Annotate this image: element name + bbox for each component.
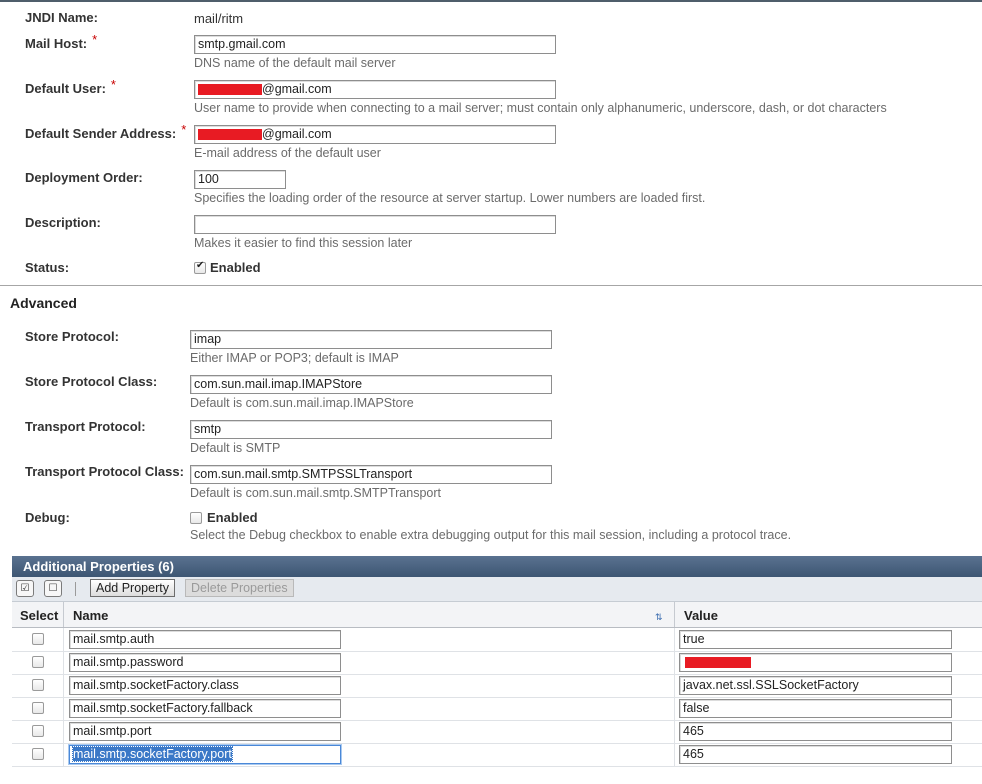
deselect-all-icon[interactable]: ☐ bbox=[44, 580, 62, 597]
description-label: Description: bbox=[25, 215, 101, 230]
status-enabled-label: Enabled bbox=[210, 260, 261, 275]
default-user-input[interactable]: @gmail.com bbox=[194, 80, 556, 99]
column-divider bbox=[63, 651, 64, 674]
property-name-input[interactable]: mail.smtp.port bbox=[69, 722, 341, 741]
redaction bbox=[685, 657, 751, 669]
property-value-input[interactable]: javax.net.ssl.SSLSocketFactory bbox=[679, 676, 952, 695]
column-divider bbox=[63, 697, 64, 720]
transport-protocol-class-label: Transport Protocol Class: bbox=[25, 464, 184, 479]
column-divider bbox=[63, 720, 64, 743]
transport-protocol-help: Default is SMTP bbox=[190, 441, 281, 455]
column-divider bbox=[674, 651, 675, 674]
deployment-order-input[interactable]: 100 bbox=[194, 170, 286, 189]
top-border bbox=[0, 0, 982, 2]
mail-host-help: DNS name of the default mail server bbox=[194, 56, 396, 70]
property-name-input[interactable]: mail.smtp.socketFactory.port bbox=[69, 745, 341, 764]
store-protocol-input[interactable]: imap bbox=[190, 330, 552, 349]
property-value-input[interactable]: 465 bbox=[679, 745, 952, 764]
store-protocol-class-help: Default is com.sun.mail.imap.IMAPStore bbox=[190, 396, 414, 410]
property-value-input[interactable]: true bbox=[679, 630, 952, 649]
redaction bbox=[198, 129, 262, 141]
column-divider bbox=[674, 674, 675, 697]
default-user-suffix: @gmail.com bbox=[262, 82, 332, 96]
required-marker: * bbox=[92, 32, 98, 47]
transport-protocol-label: Transport Protocol: bbox=[25, 419, 146, 434]
add-property-button[interactable]: Add Property bbox=[90, 579, 175, 597]
select-all-icon[interactable]: ☑ bbox=[16, 580, 34, 597]
table-row: mail.smtp.password bbox=[12, 651, 982, 675]
toolbar-separator bbox=[75, 582, 76, 596]
sender-address-label: Default Sender Address: * bbox=[25, 122, 187, 141]
column-divider bbox=[63, 674, 64, 697]
section-divider bbox=[0, 285, 982, 286]
transport-protocol-class-input[interactable]: com.sun.mail.smtp.SMTPSSLTransport bbox=[190, 465, 552, 484]
table-row: mail.smtp.auth true bbox=[12, 628, 982, 652]
property-value-input[interactable]: false bbox=[679, 699, 952, 718]
column-name[interactable]: Name bbox=[73, 608, 108, 623]
sort-icon[interactable]: ⇅ bbox=[655, 612, 663, 623]
debug-help: Select the Debug checkbox to enable extr… bbox=[190, 528, 792, 542]
row-select-checkbox[interactable] bbox=[32, 702, 44, 714]
sender-address-suffix: @gmail.com bbox=[262, 127, 332, 141]
sender-address-input[interactable]: @gmail.com bbox=[194, 125, 556, 144]
status-label: Status: bbox=[25, 260, 70, 275]
required-marker: * bbox=[181, 122, 187, 137]
table-row: mail.smtp.socketFactory.class javax.net.… bbox=[12, 674, 982, 698]
delete-properties-button[interactable]: Delete Properties bbox=[185, 579, 294, 597]
jndi-name-value: mail/ritm bbox=[194, 11, 244, 26]
property-name-input[interactable]: mail.smtp.socketFactory.fallback bbox=[69, 699, 341, 718]
table-row: mail.smtp.socketFactory.fallback false bbox=[12, 697, 982, 721]
column-divider bbox=[63, 602, 64, 627]
debug-label: Debug: bbox=[25, 510, 70, 525]
column-divider bbox=[674, 720, 675, 743]
property-name-input[interactable]: mail.smtp.auth bbox=[69, 630, 341, 649]
column-divider bbox=[674, 697, 675, 720]
additional-properties-title: Additional Properties (6) bbox=[23, 559, 174, 574]
deployment-order-help: Specifies the loading order of the resou… bbox=[194, 191, 706, 205]
description-input[interactable] bbox=[194, 215, 556, 234]
debug-enabled-checkbox[interactable] bbox=[190, 512, 202, 524]
status-enabled-checkbox[interactable] bbox=[194, 260, 206, 274]
mail-host-label: Mail Host: * bbox=[25, 32, 98, 51]
deployment-order-label: Deployment Order: bbox=[25, 170, 143, 185]
table-row: mail.smtp.socketFactory.port 465 bbox=[12, 743, 982, 767]
sender-address-help: E-mail address of the default user bbox=[194, 146, 381, 160]
row-select-checkbox[interactable] bbox=[32, 633, 44, 645]
selected-text: mail.smtp.socketFactory.port bbox=[72, 746, 233, 762]
store-protocol-help: Either IMAP or POP3; default is IMAP bbox=[190, 351, 399, 365]
row-select-checkbox[interactable] bbox=[32, 748, 44, 760]
column-value[interactable]: Value bbox=[684, 608, 718, 623]
debug-enabled-label: Enabled bbox=[207, 510, 258, 525]
description-help: Makes it easier to find this session lat… bbox=[194, 236, 413, 250]
property-name-input[interactable]: mail.smtp.password bbox=[69, 653, 341, 672]
required-marker: * bbox=[110, 77, 116, 92]
column-select[interactable]: Select bbox=[20, 608, 58, 623]
redaction bbox=[198, 84, 262, 96]
store-protocol-class-label: Store Protocol Class: bbox=[25, 374, 158, 389]
properties-toolbar: ☑ ☐ Add Property Delete Properties bbox=[12, 577, 982, 602]
column-divider bbox=[674, 743, 675, 766]
table-header: Select Name ⇅ Value bbox=[12, 602, 982, 628]
transport-protocol-class-help: Default is com.sun.mail.smtp.SMTPTranspo… bbox=[190, 486, 441, 500]
transport-protocol-input[interactable]: smtp bbox=[190, 420, 552, 439]
property-value-input[interactable]: 465 bbox=[679, 722, 952, 741]
row-select-checkbox[interactable] bbox=[32, 725, 44, 737]
store-protocol-label: Store Protocol: bbox=[25, 329, 119, 344]
table-row: mail.smtp.port 465 bbox=[12, 720, 982, 744]
column-divider bbox=[674, 628, 675, 651]
jndi-name-label: JNDI Name: bbox=[25, 10, 98, 25]
advanced-section-title: Advanced bbox=[10, 295, 77, 311]
property-value-input[interactable] bbox=[679, 653, 952, 672]
default-user-help: User name to provide when connecting to … bbox=[194, 101, 887, 115]
row-select-checkbox[interactable] bbox=[32, 656, 44, 668]
store-protocol-class-input[interactable]: com.sun.mail.imap.IMAPStore bbox=[190, 375, 552, 394]
default-user-label: Default User: * bbox=[25, 77, 116, 96]
column-divider bbox=[674, 602, 675, 627]
additional-properties-header: Additional Properties (6) bbox=[12, 556, 982, 577]
mail-host-input[interactable]: smtp.gmail.com bbox=[194, 35, 556, 54]
row-select-checkbox[interactable] bbox=[32, 679, 44, 691]
column-divider bbox=[63, 628, 64, 651]
column-divider bbox=[63, 743, 64, 766]
property-name-input[interactable]: mail.smtp.socketFactory.class bbox=[69, 676, 341, 695]
